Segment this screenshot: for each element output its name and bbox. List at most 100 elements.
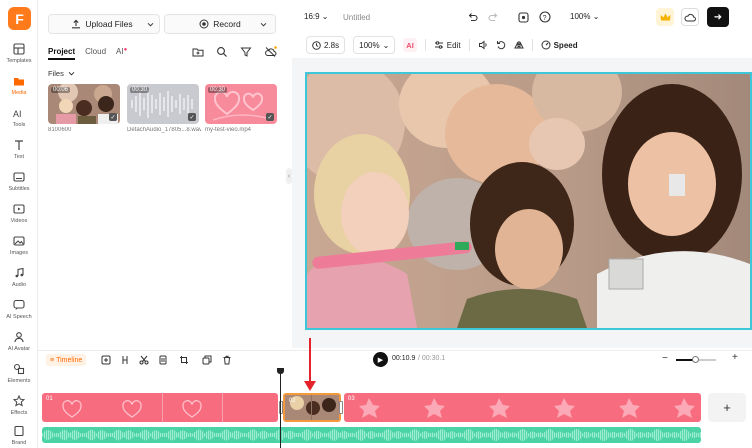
rail-item-ai-speech[interactable]: AI Speech: [0, 298, 38, 330]
upload-dropdown-button[interactable]: [142, 14, 160, 34]
zoom-slider-knob[interactable]: [692, 356, 699, 363]
rail-item-media[interactable]: Media: [0, 74, 38, 106]
video-preview[interactable]: [305, 72, 752, 330]
playhead-handle[interactable]: [277, 368, 284, 374]
timeline-zoom-slider[interactable]: [676, 356, 716, 363]
volume-icon[interactable]: [478, 36, 488, 54]
flip-icon[interactable]: [513, 36, 524, 54]
search-icon[interactable]: [215, 45, 229, 59]
text-icon: [13, 138, 26, 151]
rail-item-text[interactable]: Text: [0, 138, 38, 170]
rail-item-templates[interactable]: Templates: [0, 42, 38, 74]
rail-item-ai-avatar[interactable]: AI Avatar: [0, 330, 38, 362]
upload-icon: [71, 19, 81, 29]
tab-cloud[interactable]: Cloud: [85, 47, 106, 60]
cloud-off-icon[interactable]: [263, 45, 277, 59]
top-bar: 16:9 ⌄ Untitled ? 100% ⌄ ➜: [292, 0, 752, 34]
edit-label: Edit: [446, 40, 461, 50]
cloud-icon[interactable]: [681, 8, 699, 26]
ai-tools-button[interactable]: AI: [403, 38, 417, 52]
speed-button[interactable]: Speed: [541, 36, 578, 54]
media-filename: my-test-vieo.mp4: [205, 127, 252, 133]
annotation-arrow-head: [304, 381, 316, 391]
export-arrow-icon[interactable]: ➜: [707, 7, 729, 27]
timeline-clip[interactable]: 03: [344, 393, 701, 422]
rotate-icon[interactable]: [496, 36, 506, 54]
scale-select[interactable]: 100% ⌄: [353, 36, 396, 54]
play-button[interactable]: ▶: [373, 352, 388, 367]
add-clip-button[interactable]: +: [708, 393, 746, 422]
chevron-down-icon: [147, 21, 154, 28]
media-tabs: Project Cloud AI●: [48, 47, 127, 60]
rail-item-images[interactable]: Images: [0, 234, 38, 266]
rail-label: Videos: [10, 218, 28, 224]
media-thumb-audio[interactable]: 00:30 ✓: [127, 84, 199, 124]
media-thumb-video[interactable]: 00:06 ✓: [48, 84, 120, 124]
freeze-icon[interactable]: [157, 354, 169, 366]
speech-icon: [13, 298, 26, 311]
playhead[interactable]: [280, 370, 281, 448]
edit-button[interactable]: Edit: [434, 36, 461, 54]
record-label: Record: [213, 19, 241, 29]
waveform-icon: [42, 429, 701, 441]
rail-item-brand[interactable]: Brand: [0, 424, 38, 448]
redo-icon[interactable]: [486, 10, 500, 24]
media-duration: 00:30: [130, 87, 150, 93]
rail-label: Brand: [11, 440, 27, 446]
zoom-in-icon[interactable]: +: [732, 352, 738, 363]
help-icon[interactable]: ?: [538, 10, 552, 24]
templates-icon: [13, 42, 26, 55]
clip-trim-handle-right[interactable]: [339, 401, 343, 414]
timeline-toggle[interactable]: ≡ Timeline: [46, 354, 87, 366]
duration-control[interactable]: 2.8s: [306, 36, 346, 54]
timeline-clip[interactable]: 01: [42, 393, 278, 422]
add-track-icon[interactable]: [100, 354, 112, 366]
rail-item-audio[interactable]: Audio: [0, 266, 38, 298]
trash-icon[interactable]: [221, 354, 233, 366]
zoom-out-icon[interactable]: −: [662, 353, 668, 364]
rail-item-videos[interactable]: Videos: [0, 202, 38, 234]
tab-project[interactable]: Project: [48, 47, 76, 60]
tab-ai-label: AI: [116, 47, 124, 56]
rail-label: Images: [9, 250, 29, 256]
rail-label: Text: [13, 154, 25, 160]
zoom-select[interactable]: 100% ⌄: [570, 12, 599, 21]
crop-icon[interactable]: [178, 354, 190, 366]
split-icon[interactable]: [119, 354, 131, 366]
brand-icon: [13, 424, 26, 437]
files-heading[interactable]: Files: [48, 69, 75, 78]
project-title[interactable]: Untitled: [343, 13, 370, 22]
video-frame-image: [307, 74, 750, 328]
record-button[interactable]: Record: [164, 14, 276, 34]
app-logo[interactable]: F: [8, 7, 31, 30]
current-time: 00:10.9: [392, 355, 416, 362]
divider: [424, 39, 426, 51]
rail-item-elements[interactable]: Elements: [0, 362, 38, 394]
crown-icon[interactable]: [656, 8, 674, 26]
audio-track-waveform[interactable]: [42, 427, 701, 443]
snapshot-icon[interactable]: [516, 10, 530, 24]
media-thumb-pink-video[interactable]: 00:30 ✓: [205, 84, 277, 124]
chevron-down-icon[interactable]: [260, 21, 267, 28]
rail-label: Tools: [12, 122, 26, 128]
media-panel: Upload Files Record Project Cloud AI● Fi…: [39, 0, 291, 350]
record-icon: [199, 19, 209, 29]
tab-ai[interactable]: AI●: [116, 47, 127, 60]
speedometer-icon: [541, 40, 551, 50]
upload-files-button[interactable]: Upload Files: [48, 14, 156, 34]
duplicate-icon[interactable]: [201, 354, 213, 366]
timeline-controls: ≡ Timeline ▶ 00:10.9 / 00:30.1 − +: [38, 350, 752, 370]
clip-frames-image: [62, 393, 223, 422]
rail-item-effects[interactable]: Effects: [0, 394, 38, 426]
aspect-ratio-select[interactable]: 16:9 ⌄: [304, 12, 329, 21]
timeline-clip-selected[interactable]: 02: [283, 393, 341, 422]
new-folder-icon[interactable]: [191, 45, 205, 59]
undo-icon[interactable]: [465, 10, 479, 24]
filter-icon[interactable]: [239, 45, 253, 59]
rail-item-tools[interactable]: AI Tools: [0, 106, 38, 138]
avatar-icon: [13, 330, 26, 343]
logo-letter: F: [15, 10, 24, 27]
divider: [468, 39, 470, 51]
rail-item-subtitles[interactable]: Subtitles: [0, 170, 38, 202]
scissors-icon[interactable]: [138, 354, 150, 366]
